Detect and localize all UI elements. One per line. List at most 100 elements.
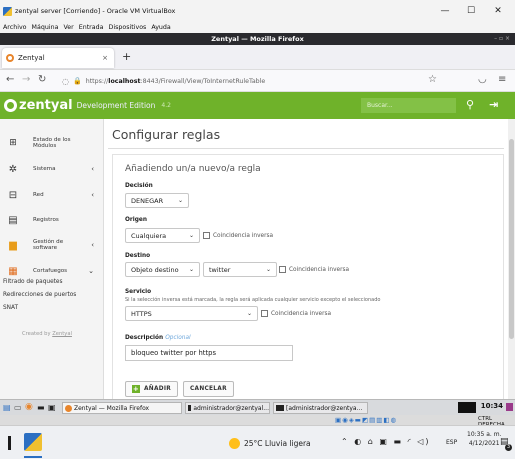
- descripcion-label: Descripción Opcional: [125, 335, 191, 341]
- maximize-button[interactable]: ☐: [459, 0, 483, 22]
- url-prefix: https://: [85, 77, 109, 85]
- chevron-down-icon: ⌄: [246, 310, 252, 317]
- servicio-value: HTTPS: [131, 309, 152, 318]
- sidebar-item-registros[interactable]: ▤ Registros: [0, 208, 104, 232]
- url-path: :8443/Firewall/View/ToInternetRuleTable: [140, 77, 266, 85]
- menu-ver[interactable]: Ver: [63, 24, 73, 31]
- origen-select[interactable]: Cualquiera ⌄: [125, 228, 200, 243]
- menu-entrada[interactable]: Entrada: [79, 24, 104, 31]
- close-button[interactable]: ✕: [486, 0, 510, 22]
- destino-inverse-checkbox[interactable]: Coincidencia inversa: [279, 266, 349, 273]
- chevron-down-icon: ⌄: [177, 197, 183, 204]
- sidebar-item-label: Registros: [33, 217, 59, 223]
- files-icon[interactable]: ▭: [14, 403, 22, 412]
- servicio-select[interactable]: HTTPS ⌄: [125, 306, 258, 321]
- weather-widget[interactable]: 25°C Lluvia ligera: [229, 438, 311, 449]
- workspace-indicator[interactable]: [458, 402, 476, 413]
- firefox-navbar: ← → ↻ ◌ 🔒 https://localhost:8443/Firewal…: [0, 70, 515, 92]
- checkbox-box[interactable]: [261, 310, 268, 317]
- destino-type-select[interactable]: Objeto destino ⌄: [125, 262, 200, 277]
- reload-icon[interactable]: ↻: [38, 74, 46, 85]
- add-button[interactable]: + AÑADIR: [125, 381, 179, 397]
- vbox-titlebar: zentyal server [Corriendo] - Oracle VM V…: [0, 0, 515, 22]
- terminal-task-icon: [188, 405, 192, 411]
- destino-object-value: twitter: [209, 265, 231, 274]
- virtualbox-icon: [3, 6, 12, 16]
- menu-dispositivos[interactable]: Dispositivos: [108, 24, 146, 31]
- menu-maquina[interactable]: Máquina: [32, 24, 59, 31]
- checkbox-label: Coincidencia inversa: [289, 266, 350, 273]
- host-clock[interactable]: 10:35 a. m. 4/12/2021: [467, 430, 501, 448]
- sidebar-item-red[interactable]: ⊟ Red ‹: [0, 183, 104, 207]
- search-icon[interactable]: ⚲: [466, 98, 474, 111]
- page-scrollbar[interactable]: [508, 119, 515, 399]
- pocket-icon[interactable]: ◡: [478, 74, 487, 85]
- url-text: https://localhost:8443/Firewall/View/ToI…: [86, 78, 266, 85]
- task-firefox[interactable]: Zentyal — Mozilla Firefox: [62, 402, 182, 414]
- menu-hamburger-icon[interactable]: ≡: [498, 74, 506, 85]
- credit-link[interactable]: Zentyal: [52, 331, 72, 337]
- task-label: [administrador@zentya...: [286, 404, 363, 412]
- host-time: 10:35 a. m.: [467, 431, 502, 438]
- task-label: administrador@zentyal...: [193, 404, 269, 412]
- menu-archivo[interactable]: Archivo: [3, 24, 27, 31]
- terminal-launcher-icon-2[interactable]: ▣: [48, 403, 56, 412]
- descripcion-input[interactable]: bloqueo twitter por https: [125, 345, 293, 361]
- logout-icon[interactable]: ⇥: [489, 98, 498, 111]
- start-menu-icon[interactable]: ▤: [3, 403, 11, 412]
- plus-icon: +: [132, 385, 140, 393]
- form-panel: Añadiendo un/a nuevo/a regla Decisión DE…: [112, 154, 504, 404]
- firefox-launcher-icon[interactable]: ◉: [25, 402, 33, 412]
- vbox-device-icons[interactable]: ▣◉◈▬◩▤▥◧◍: [335, 416, 397, 424]
- tab-zentyal[interactable]: Zentyal ×: [2, 48, 114, 68]
- firefox-window-title: Zentyal — Mozilla Firefox: [211, 35, 304, 43]
- tray-icon[interactable]: [506, 403, 513, 411]
- task-terminal-1[interactable]: administrador@zentyal...: [185, 402, 270, 414]
- guest-taskbar: ▤ ▭ ◉ ▬ ▣ Zentyal — Mozilla Firefox admi…: [0, 399, 515, 415]
- checkbox-box[interactable]: [203, 232, 210, 239]
- sidebar-item-sistema[interactable]: ✲ Sistema ‹: [0, 157, 104, 181]
- checkbox-label: Coincidencia inversa: [213, 232, 274, 239]
- servicio-help: Si la selección inversa está marcada, la…: [125, 297, 381, 303]
- bookmark-star-icon[interactable]: ☆: [428, 74, 437, 85]
- new-tab-button[interactable]: +: [122, 50, 131, 63]
- origen-inverse-checkbox[interactable]: Coincidencia inversa: [203, 232, 273, 239]
- url-bar[interactable]: ◌ 🔒 https://localhost:8443/Firewall/View…: [62, 74, 442, 88]
- cancel-button[interactable]: CANCELAR: [183, 381, 234, 397]
- sidebar-subitem-snat[interactable]: SNAT: [0, 305, 104, 315]
- sidebar-item-gestion-software[interactable]: ▆ Gestión de software ‹: [0, 233, 104, 257]
- checkbox-box[interactable]: [279, 266, 286, 273]
- destino-object-select[interactable]: twitter ⌄: [203, 262, 277, 277]
- decision-select[interactable]: DENEGAR ⌄: [125, 193, 189, 208]
- menu-ayuda[interactable]: Ayuda: [151, 24, 170, 31]
- sidebar-subitem-filtrado[interactable]: Filtrado de paquetes: [0, 279, 104, 289]
- network-icon: ⊟: [8, 189, 18, 201]
- shield-icon: ◌: [62, 76, 69, 86]
- system-tray-icons[interactable]: ⌃ ◐ ⌂ ▣ ▬ ◜ ◁): [341, 437, 431, 446]
- vbox-menubar: Archivo Máquina Ver Entrada Dispositivos…: [0, 22, 515, 33]
- origen-value: Cualquiera: [131, 231, 167, 240]
- sidebar-item-dashboard[interactable]: ⊞ Estado de los Módulos: [0, 131, 104, 155]
- minimize-button[interactable]: —: [433, 0, 457, 22]
- optional-tag: Opcional: [165, 335, 191, 341]
- sidebar-item-label: Gestión de software: [33, 239, 64, 251]
- sidebar-subitem-redirecciones[interactable]: Redirecciones de puertos: [0, 292, 104, 302]
- forward-icon[interactable]: →: [22, 74, 30, 85]
- language-indicator[interactable]: ESP: [446, 439, 457, 446]
- task-view-icon[interactable]: [8, 436, 11, 450]
- version-label: 4.2: [161, 102, 171, 109]
- virtualbox-taskbar-icon[interactable]: [24, 433, 42, 451]
- chevron-left-icon: ‹: [91, 165, 94, 173]
- window-controls-icon[interactable]: – ▫ ×: [494, 33, 510, 45]
- brand-name: zentyal: [19, 98, 73, 113]
- task-terminal-2[interactable]: [administrador@zentya...: [273, 402, 368, 414]
- servicio-inverse-checkbox[interactable]: Coincidencia inversa: [261, 310, 331, 317]
- search-input[interactable]: Buscar...: [361, 98, 456, 113]
- tab-close-icon[interactable]: ×: [102, 54, 108, 62]
- zentyal-logo[interactable]: zentyal: [4, 98, 73, 113]
- terminal-launcher-icon[interactable]: ▬: [37, 403, 45, 412]
- scrollbar-thumb[interactable]: [509, 139, 514, 339]
- back-icon[interactable]: ←: [6, 74, 14, 85]
- firefox-task-icon: [65, 404, 72, 412]
- decision-label: Decisión: [125, 183, 153, 189]
